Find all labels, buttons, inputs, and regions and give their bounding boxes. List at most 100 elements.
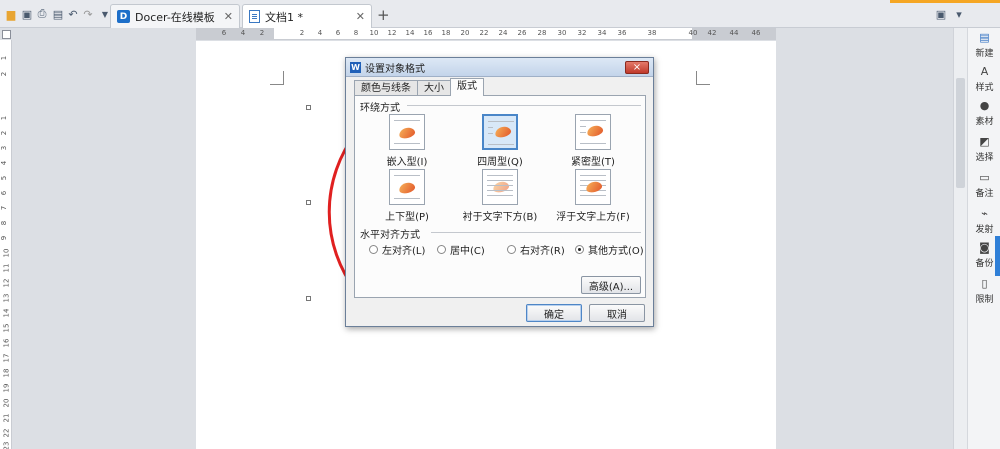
wrap-option-label: 衬于文字下方(B) [462, 212, 538, 223]
new-tab-button[interactable]: + [377, 6, 390, 24]
sidebar-expand-tab[interactable] [995, 236, 1000, 276]
window-icon[interactable]: ▣ [934, 7, 948, 21]
vertical-scrollbar[interactable] [953, 28, 967, 449]
radio-circle[interactable] [507, 245, 516, 254]
ruler-number: 26 [517, 29, 527, 37]
ruler-number: 18 [441, 29, 451, 37]
ok-button[interactable]: 确定 [526, 304, 582, 322]
ruler-number: 15 [2, 323, 11, 333]
scrollbar-thumb[interactable] [956, 78, 965, 188]
undo-icon[interactable]: ↶ [66, 7, 80, 21]
accent-strip [890, 0, 1000, 3]
wrap-option-label: 紧密型(T) [571, 157, 615, 168]
wrap-inline-icon [389, 114, 425, 150]
ruler-number: 23 [2, 441, 11, 449]
ruler-number: 36 [617, 29, 627, 37]
wrap-behind-text-icon [482, 169, 518, 205]
wrap-option-label: 浮于文字上方(F) [556, 212, 630, 223]
print-preview-icon[interactable]: ▤ [51, 7, 65, 21]
resize-handle[interactable] [306, 296, 311, 301]
ruler-number: 46 [751, 29, 761, 37]
ruler-number: 21 [2, 413, 11, 423]
ruler-number: 10 [369, 29, 379, 37]
sidebar-item-label: 样式 [975, 83, 994, 93]
divider [431, 232, 641, 233]
radio-circle[interactable] [437, 245, 446, 254]
dialog-title-bar[interactable]: W 设置对象格式 × [346, 58, 653, 77]
tab-document1[interactable]: 文档1 * ✕ [242, 4, 372, 28]
sidebar-item-note[interactable]: ▭ 备注 [968, 172, 1000, 200]
ruler-number: 28 [537, 29, 547, 37]
sidebar-item-label: 素材 [975, 117, 994, 127]
ruler-number: 6 [335, 29, 341, 37]
sidebar-item-label: 限制 [975, 295, 994, 305]
sidebar-item-style[interactable]: A 样式 [968, 66, 1000, 94]
ruler-number: 20 [460, 29, 470, 37]
radio-circle[interactable] [369, 245, 378, 254]
ruler-number: 22 [2, 428, 11, 438]
ruler-number: 24 [498, 29, 508, 37]
tab-docer-label: Docer-在线模板 [135, 10, 215, 24]
ruler-number: 9 [0, 235, 9, 241]
ruler-number: 2 [299, 29, 305, 37]
advanced-button[interactable]: 高级(A)... [581, 276, 641, 294]
sidebar-item-new[interactable]: ▤ 新建 [968, 32, 1000, 60]
dialog-tabs: 颜色与线条 大小 版式 [354, 78, 484, 96]
align-other-radio[interactable]: 其他方式(O) [575, 242, 644, 257]
align-right-radio[interactable]: 右对齐(R) [507, 242, 565, 257]
ruler-number: 12 [2, 278, 11, 288]
tab-layout[interactable]: 版式 [450, 78, 484, 96]
wrap-option-inline[interactable]: 嵌入型(I) [363, 114, 451, 168]
close-icon[interactable]: ✕ [224, 10, 233, 23]
format-object-dialog: W 设置对象格式 × 颜色与线条 大小 版式 环绕方式 嵌入型(I) 四周型(Q… [345, 57, 654, 327]
sidebar-item-label: 备份 [975, 259, 994, 269]
docer-logo-icon: D [117, 10, 130, 23]
wrap-option-label: 嵌入型(I) [386, 157, 428, 168]
cancel-button[interactable]: 取消 [589, 304, 645, 322]
wrap-option-behind-text[interactable]: 衬于文字下方(B) [456, 169, 544, 223]
ruler-number: 13 [2, 293, 11, 303]
wrap-option-tight[interactable]: 紧密型(T) [549, 114, 637, 168]
title-bar: ▆ ▣ ⎙ ▤ ↶ ↷ ▼ D Docer-在线模板 ✕ 文档1 * ✕ + ▣… [0, 0, 1000, 28]
sidebar-item-material[interactable]: ● 素材 [968, 100, 1000, 128]
sidebar-item-send[interactable]: ⌁ 发射 [968, 208, 1000, 236]
ruler-number: 30 [557, 29, 567, 37]
select-icon: ◩ [979, 135, 990, 148]
wrap-option-square[interactable]: 四周型(Q) [456, 114, 544, 168]
ruler-number: 16 [423, 29, 433, 37]
ruler-number: 44 [729, 29, 739, 37]
ruler-number: 42 [707, 29, 717, 37]
radio-circle[interactable] [575, 245, 584, 254]
redo-icon[interactable]: ↷ [81, 7, 95, 21]
folder-icon[interactable]: ▆ [4, 7, 18, 21]
sidebar-item-label: 备注 [975, 189, 994, 199]
ruler-number: 1 [0, 115, 9, 121]
align-left-radio[interactable]: 左对齐(L) [369, 242, 425, 257]
wrap-option-top-bottom[interactable]: 上下型(P) [363, 169, 451, 223]
ruler-number: 11 [2, 263, 11, 273]
align-center-radio[interactable]: 居中(C) [437, 242, 485, 257]
align-section-label: 水平对齐方式 [360, 230, 420, 241]
ruler-toggle[interactable] [2, 30, 11, 39]
close-icon[interactable]: ✕ [356, 10, 365, 23]
radio-label: 居中(C) [450, 246, 485, 257]
tab-color-line[interactable]: 颜色与线条 [354, 80, 418, 96]
horizontal-ruler[interactable]: 6 4 2 2 4 6 8 10 12 14 16 18 20 22 24 26… [196, 28, 776, 40]
save-icon[interactable]: ▣ [20, 7, 34, 21]
sidebar-item-select[interactable]: ◩ 选择 [968, 135, 1000, 164]
menu-collapse-icon[interactable]: ▾ [952, 7, 966, 21]
resize-handle[interactable] [306, 200, 311, 205]
ruler-number: 14 [405, 29, 415, 37]
ruler-number: 22 [479, 29, 489, 37]
tab-docer[interactable]: D Docer-在线模板 ✕ [110, 4, 240, 28]
wps-logo-icon: W [350, 61, 361, 73]
close-button[interactable]: × [625, 60, 649, 74]
resize-handle[interactable] [306, 105, 311, 110]
wrap-option-in-front[interactable]: 浮于文字上方(F) [549, 169, 637, 223]
vertical-ruler[interactable]: 1 2 1 2 3 4 5 6 7 8 9 10 11 12 13 14 15 … [0, 40, 12, 449]
tab-size[interactable]: 大小 [417, 80, 451, 96]
ruler-number: 12 [387, 29, 397, 37]
ruler-number: 2 [0, 71, 9, 77]
print-icon[interactable]: ⎙ [35, 7, 49, 21]
sidebar-item-restrict[interactable]: ▯ 限制 [968, 278, 1000, 306]
